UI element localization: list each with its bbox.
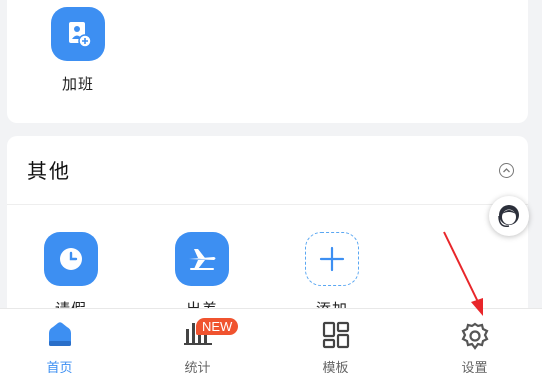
tile-business-trip[interactable]: 出差 xyxy=(162,232,242,319)
tab-statistics-label: 统计 xyxy=(184,361,211,373)
tab-statistics[interactable]: NEW 统计 xyxy=(130,309,265,373)
tab-home-label: 首页 xyxy=(46,361,73,373)
overtime-card: 加班 xyxy=(7,0,528,123)
section-divider xyxy=(7,204,528,205)
home-icon xyxy=(46,321,74,351)
tab-templates[interactable]: 模板 xyxy=(268,309,403,373)
overtime-icon xyxy=(51,7,105,61)
grid-icon xyxy=(322,321,350,353)
tile-overtime[interactable]: 加班 xyxy=(38,7,118,94)
collapse-icon[interactable] xyxy=(499,163,514,178)
tab-home[interactable]: 首页 xyxy=(0,309,127,373)
tab-settings-label: 设置 xyxy=(461,361,488,373)
bottom-tab-bar: 首页 NEW 统计 模板 设置 xyxy=(0,308,542,373)
gear-icon xyxy=(460,321,490,355)
tab-templates-label: 模板 xyxy=(322,361,349,373)
plus-icon xyxy=(305,232,359,286)
customer-service-icon xyxy=(498,205,519,228)
clock-icon xyxy=(44,232,98,286)
tile-leave[interactable]: 请假 xyxy=(31,232,111,319)
section-title: 其他 xyxy=(27,159,71,183)
new-badge: NEW xyxy=(196,318,239,335)
tile-add[interactable]: 添加 xyxy=(292,232,372,319)
tile-overtime-label: 加班 xyxy=(61,75,94,93)
airplane-icon xyxy=(175,232,229,286)
tab-settings[interactable]: 设置 xyxy=(407,309,542,373)
customer-service-button[interactable] xyxy=(489,196,529,236)
other-section-card: 其他 请假 出差 添加 xyxy=(7,136,528,336)
